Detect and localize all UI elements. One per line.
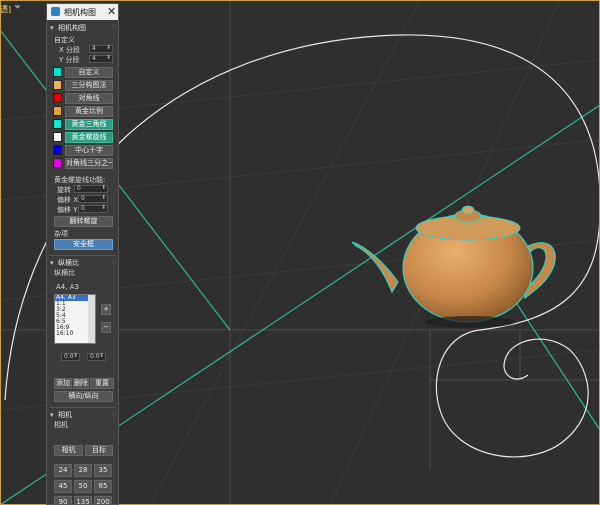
aspect-label: 纵横比 xyxy=(54,269,75,277)
remove-aspect-icon[interactable]: − xyxy=(101,322,111,333)
guide-color-swatch[interactable] xyxy=(53,67,62,77)
rotate-spinner[interactable]: 0 ⬍ xyxy=(74,185,108,193)
spinner-arrows-icon[interactable]: ⬍ xyxy=(106,55,111,61)
guide-color-swatch[interactable] xyxy=(53,119,62,129)
camera-button[interactable]: 相机 xyxy=(54,445,83,456)
panel-titlebar[interactable]: 相机构图 ✕ xyxy=(47,4,118,20)
focal-length-button[interactable]: 90 xyxy=(54,496,72,504)
camera-composition-panel: 相机构图 ✕ ▾ 相机构图 ∷ 自定义 X 分段 4 ⬍ Y 分段 4 ⬍ 自定义三分构… xyxy=(46,3,119,505)
composition-header-label: 相机构图 xyxy=(58,24,86,32)
custom-label: 自定义 xyxy=(54,36,75,44)
app-icon xyxy=(51,7,60,16)
close-icon[interactable]: ✕ xyxy=(107,5,116,18)
focal-length-button[interactable]: 24 xyxy=(54,464,72,477)
listbox-scrollbar[interactable] xyxy=(88,295,95,343)
composition-section-header[interactable]: ▾ 相机构图 ∷ xyxy=(50,23,116,33)
spinner-arrows-icon[interactable]: ⬍ xyxy=(73,353,78,359)
x-segment-spinner[interactable]: 4 ⬍ xyxy=(89,45,113,53)
guide-color-swatch[interactable] xyxy=(53,106,62,116)
aspect-height-spinner[interactable]: 0.0 ⬍ xyxy=(87,353,106,361)
misc-label: 杂项 xyxy=(54,230,68,238)
flip-spiral-button[interactable]: 翻转螺旋 xyxy=(54,216,113,227)
collapse-arrow-icon: ▾ xyxy=(50,411,54,419)
spinner-arrows-icon[interactable]: ⬍ xyxy=(99,353,104,359)
section-divider xyxy=(49,407,116,408)
section-divider xyxy=(49,255,116,256)
guide-toggle-button[interactable]: 对角线 xyxy=(65,93,113,104)
guide-color-swatch[interactable] xyxy=(53,158,62,168)
drag-dots-icon: ∷ xyxy=(111,23,116,31)
offset-x-label: 偏移 X xyxy=(57,196,79,204)
spinner-arrows-icon[interactable]: ⬍ xyxy=(101,185,106,191)
guide-toggle-button[interactable]: 三分构图法 xyxy=(65,80,113,91)
target-button[interactable]: 目标 xyxy=(85,445,113,456)
panel-title: 相机构图 xyxy=(64,8,96,17)
focal-length-button[interactable]: 135 xyxy=(74,496,92,504)
safe-frame-button[interactable]: 安全框 xyxy=(54,239,113,250)
offset-y-spinner[interactable]: 0 ⬍ xyxy=(78,205,108,213)
focal-length-button[interactable]: 28 xyxy=(74,464,92,477)
y-segment-spinner[interactable]: 4 ⬍ xyxy=(89,55,113,63)
focal-length-button[interactable]: 200 xyxy=(94,496,112,504)
aspect-current-value: A4, A3 xyxy=(56,283,79,291)
spinner-arrows-icon[interactable]: ⬍ xyxy=(101,195,106,201)
drag-dots-icon: ∷ xyxy=(111,258,116,266)
aspect-section-header[interactable]: ▾ 纵横比 ∷ xyxy=(50,258,116,268)
reset-button[interactable]: 重置 xyxy=(90,378,114,389)
y-segment-label: Y 分段 xyxy=(59,56,80,64)
guide-color-swatch[interactable] xyxy=(53,132,62,142)
guide-color-swatch[interactable] xyxy=(53,145,62,155)
spinner-arrows-icon[interactable]: ⬍ xyxy=(101,205,106,211)
collapse-arrow-icon: ▾ xyxy=(50,259,54,267)
aspect-width-spinner[interactable]: 0.0 ⬍ xyxy=(61,353,80,361)
focal-length-button[interactable]: 85 xyxy=(94,480,112,493)
drag-dots-icon: ∷ xyxy=(111,410,116,418)
offset-y-label: 偏移 Y xyxy=(57,206,78,214)
rotate-label: 旋转 xyxy=(57,186,71,194)
spinner-arrows-icon[interactable]: ⬍ xyxy=(106,45,111,51)
guide-color-swatch[interactable] xyxy=(53,93,62,103)
x-segment-label: X 分段 xyxy=(59,46,81,54)
focal-length-button[interactable]: 45 xyxy=(54,480,72,493)
offset-x-spinner[interactable]: 0 ⬍ xyxy=(78,195,108,203)
add-button[interactable]: 添加 xyxy=(54,378,72,389)
viewport-label[interactable]: 透] xyxy=(0,4,11,15)
collapse-arrow-icon: ▾ xyxy=(50,24,54,32)
focal-length-button[interactable]: 50 xyxy=(74,480,92,493)
guide-toggle-button[interactable]: 黄金三角线 xyxy=(65,119,113,130)
guide-toggle-button[interactable]: 中心十字 xyxy=(65,145,113,156)
teapot-model[interactable] xyxy=(351,205,556,328)
aspect-listbox[interactable]: A4, A3 1:1 3:2 5:4 6:5 16:9 16:10 xyxy=(54,294,96,344)
guide-toggle-button[interactable]: 自定义 xyxy=(65,67,113,78)
filter-icon[interactable]: ⏷ xyxy=(14,3,21,13)
orientation-toggle-button[interactable]: 横向/纵向 xyxy=(54,391,113,402)
focal-length-button[interactable]: 35 xyxy=(94,464,112,477)
delete-button[interactable]: 删除 xyxy=(73,378,89,389)
guide-color-swatch[interactable] xyxy=(53,80,62,90)
camera-label: 相机 xyxy=(54,421,68,429)
spiral-functions-label: 黄金螺旋线功能: xyxy=(54,176,106,184)
add-aspect-icon[interactable]: + xyxy=(101,304,111,315)
camera-section-header[interactable]: ▾ 相机 ∷ xyxy=(50,410,116,420)
aspect-header-label: 纵横比 xyxy=(58,259,79,267)
guide-toggle-button[interactable]: 黄金螺旋线 xyxy=(65,132,113,143)
guide-toggle-button[interactable]: 黄金比例 xyxy=(65,106,113,117)
camera-header-label: 相机 xyxy=(58,411,72,419)
guide-toggle-button[interactable]: 对角线三分之一 xyxy=(65,158,113,169)
